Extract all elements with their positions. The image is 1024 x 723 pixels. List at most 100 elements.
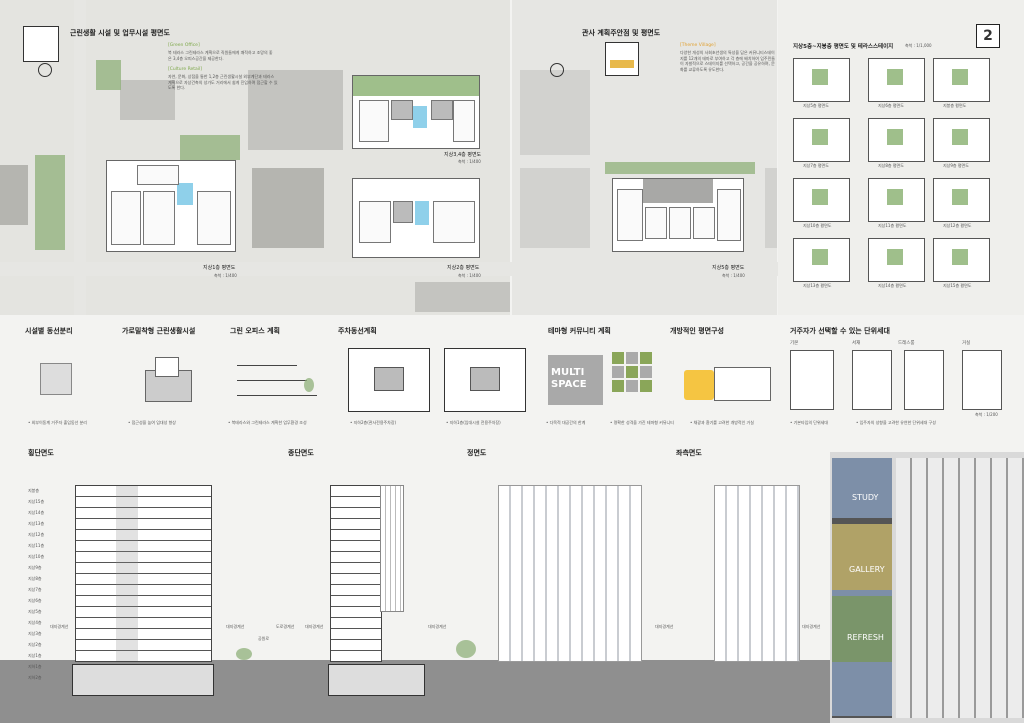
unit-scale: 축척 : 1/200 (975, 412, 998, 417)
plan-5f-title: 지상5층 평면도 (712, 265, 745, 271)
green-area (96, 60, 121, 90)
stage-title: 지상5층~지붕층 평면도 및 테라스스테이지 (793, 44, 894, 50)
photo-facade (896, 458, 1024, 718)
unit-plan-basic (790, 350, 834, 410)
parking-core (374, 367, 404, 391)
green-office-text: 북 테라스 그린테라스 계획으로 직원들에게 쾌적하고 조망의 좋은 3,4층 … (168, 50, 273, 61)
neighbor-building (765, 168, 777, 248)
stage-plan-label: 지상12층 평면도 (943, 223, 972, 228)
tree (304, 378, 314, 392)
unit-label: 기본 (790, 341, 799, 346)
stage-scale: 축척 : 1/1,000 (905, 43, 932, 48)
stage-terrace (812, 189, 828, 205)
concept-caption: • 지하2층(관사전용주차장) (350, 420, 397, 425)
section-cross-title: 횡단면도 (28, 449, 54, 457)
boundary-label: 대지경계선 (428, 624, 447, 629)
road-boundary-label: 도로경계선 (276, 624, 295, 629)
stage-terrace (887, 249, 903, 265)
tree (236, 648, 252, 660)
floor-level-label: 지상12층 (28, 532, 45, 537)
section-core (116, 486, 138, 661)
terrace (643, 179, 713, 203)
floor-level-label: 지붕층 (28, 488, 40, 493)
stage-plan (793, 238, 850, 282)
stage-terrace (812, 249, 828, 265)
right-site-title: 관사 계획주안점 및 평면도 (582, 29, 661, 37)
green-area (35, 155, 65, 250)
boundary-label: 대지경계선 (50, 624, 69, 629)
neighbor-building (120, 80, 175, 120)
floor-level-label: 지상13층 (28, 521, 45, 526)
plan-2f-title: 지상2층 평면도 (447, 265, 480, 271)
room (359, 201, 391, 243)
stage-plan-label: 지상11층 평면도 (878, 223, 907, 228)
theme-icon (612, 380, 624, 392)
boundary-label: 대지경계선 (305, 624, 324, 629)
unit-label: 드레스룸 (898, 341, 915, 346)
green-office-tag: [Green Office] (168, 43, 200, 48)
unit-plan-living (962, 350, 1002, 410)
plan-2f (352, 178, 480, 258)
floor-level-label: 지상4층 (28, 620, 42, 625)
concept-caption: • 명확한 성격을 가진 테마형 커뮤니티 (610, 420, 674, 425)
room (669, 207, 691, 239)
concept-title: 거주자가 선택할 수 있는 단위세대 (790, 327, 890, 335)
plan-1f (106, 160, 236, 252)
stage-terrace (952, 249, 968, 265)
stage-plan-label: 지상7층 평면도 (803, 163, 829, 168)
parking-core (470, 367, 500, 391)
stage-plan (933, 118, 990, 162)
road-vertical (74, 0, 86, 315)
section-long-title: 종단면도 (288, 449, 314, 457)
room (359, 100, 389, 142)
diagram-block (40, 363, 72, 395)
stage-plan-label: 지상13층 평면도 (803, 283, 832, 288)
concept-caption: • 입주자의 성향을 고려한 유연한 단위세대 구성 (856, 420, 936, 425)
neighbor-building (415, 282, 510, 312)
concept-title: 테마형 커뮤니티 계획 (548, 327, 611, 335)
stage-terrace (887, 69, 903, 85)
cross-section (75, 485, 212, 662)
park-label: 공원로 (258, 636, 270, 641)
left-site-title: 근린생활 시설 및 업무시설 평면도 (70, 29, 170, 37)
concept-caption: • 외부이동계 거주자 출입동선 분리 (28, 420, 87, 425)
room (391, 100, 413, 120)
plan-34f (352, 75, 480, 149)
stage-plan-label: 지상9층 평면도 (943, 163, 969, 168)
concept-caption: • 지하1층(임대시설 전용주차장) (446, 420, 501, 425)
floor-level-label: 지상1층 (28, 653, 42, 658)
unit-plan-study (852, 350, 892, 410)
concept-title: 시설별 동선분리 (25, 327, 73, 335)
stage-plan (868, 178, 925, 222)
stage-terrace (952, 69, 968, 85)
unit-label: 서재 (852, 341, 861, 346)
plan-1f-title: 지상1층 평면도 (203, 265, 236, 271)
plan-outline (714, 367, 771, 401)
section-left-title: 좌측면도 (676, 449, 702, 457)
floor-level-label: 지하1층 (28, 664, 42, 669)
long-section-glass (380, 485, 404, 612)
concept-caption: • 기본타입의 단위세대 (790, 420, 829, 425)
core (413, 106, 427, 128)
stage-plan-label: 지상5층 평면도 (803, 103, 829, 108)
stage-plan-label: 지붕층 평면도 (943, 103, 967, 108)
concept-title: 주차동선계획 (338, 327, 377, 335)
culture-retail-tag: [Culture Retail] (168, 67, 203, 72)
floor-level-label: 지상14층 (28, 510, 45, 515)
cross-section-basement (72, 664, 214, 696)
concept-title: 그린 오피스 계획 (230, 327, 280, 335)
stage-plan (868, 118, 925, 162)
tree (456, 640, 476, 658)
stage-plan (868, 58, 925, 102)
floor-level-label: 지상15층 (28, 499, 45, 504)
stage-terrace (952, 129, 968, 145)
diagram-block (155, 357, 179, 377)
plan-34f-title: 지상3,4층 평면도 (444, 152, 482, 158)
boundary-label: 대지경계선 (226, 624, 245, 629)
neighbor-building (520, 70, 590, 155)
north-arrow-icon (38, 63, 52, 77)
diagram-retail (125, 345, 215, 410)
green-area (180, 135, 240, 160)
floor-level-label: 지상5층 (28, 609, 42, 614)
theme-logo-fill (610, 60, 634, 68)
